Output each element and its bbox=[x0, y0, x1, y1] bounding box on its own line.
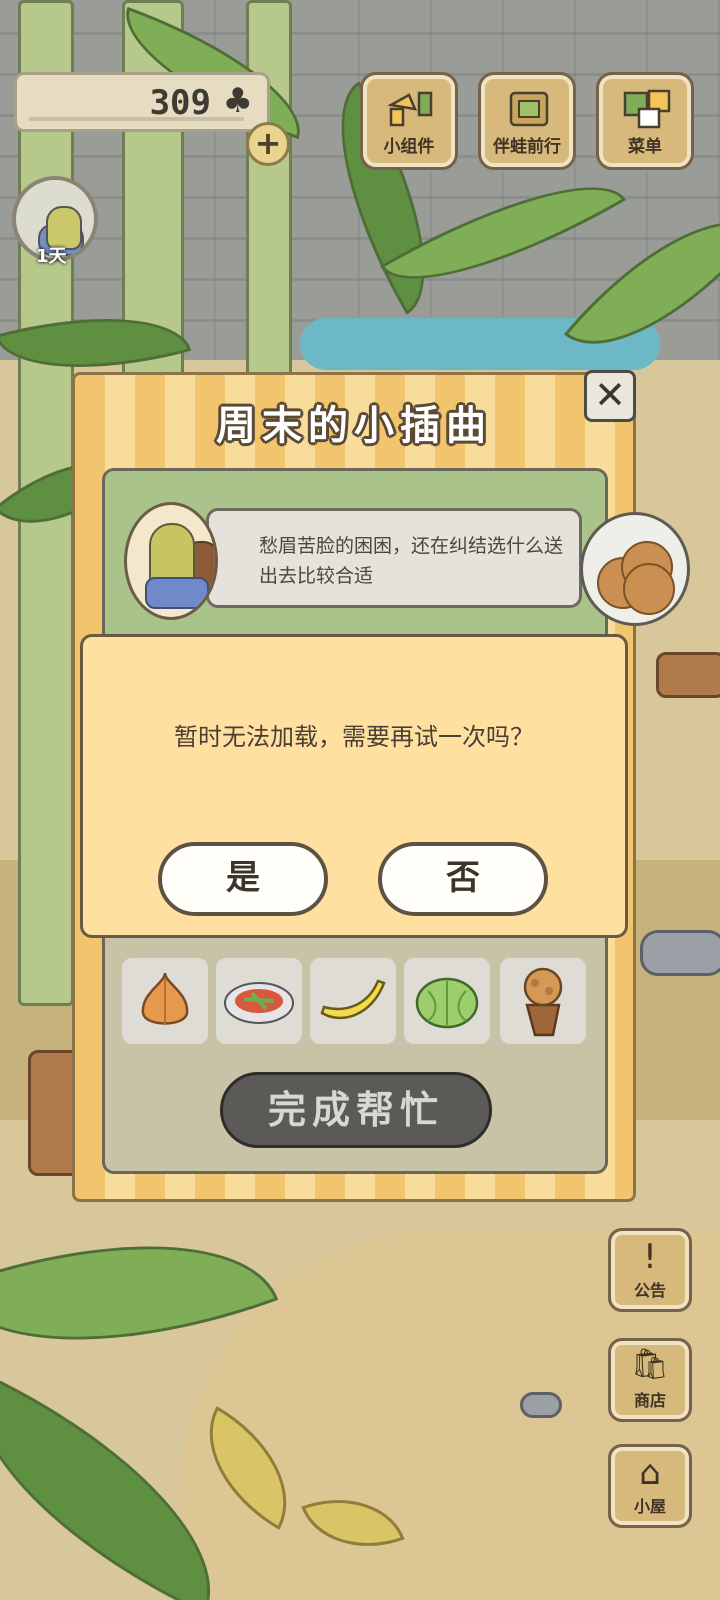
onion-icon bbox=[141, 972, 189, 1025]
speech-box: 愁眉苦脸的困困，还在纠结选什么送出去比较合适 bbox=[206, 508, 582, 608]
menu-button[interactable]: 菜单 bbox=[596, 72, 694, 170]
scarf bbox=[145, 577, 209, 609]
widget-icon bbox=[387, 91, 433, 127]
item-slot[interactable] bbox=[122, 958, 208, 1044]
no-button[interactable]: 否 bbox=[378, 842, 548, 916]
close-button[interactable]: ✕ bbox=[584, 370, 636, 422]
notice-label: 公告 bbox=[633, 1281, 666, 1300]
log bbox=[656, 652, 720, 698]
clover-icon: ♣ bbox=[222, 81, 253, 121]
panel-title: 周末的小插曲 bbox=[216, 403, 492, 449]
widget-button[interactable]: 小组件 bbox=[360, 72, 458, 170]
cabbage-icon bbox=[415, 977, 479, 1029]
shop-button[interactable]: 🛍 商店 bbox=[608, 1338, 692, 1422]
dialog-message: 暂时无法加载，需要再试一次吗？ bbox=[174, 723, 534, 751]
menu-label: 菜单 bbox=[628, 137, 662, 157]
rock bbox=[520, 1392, 562, 1418]
frog-journey-label: 伴蛙前行 bbox=[493, 137, 561, 157]
item-slot[interactable] bbox=[216, 958, 302, 1044]
character-portrait bbox=[124, 502, 218, 620]
yes-button[interactable]: 是 bbox=[158, 842, 328, 916]
notice-button[interactable]: ! 公告 bbox=[608, 1228, 692, 1312]
notice-icon: ! bbox=[643, 1237, 657, 1277]
bread-cone-icon bbox=[523, 967, 563, 1037]
house-label: 小屋 bbox=[633, 1497, 666, 1516]
house-icon: ⌂ bbox=[639, 1453, 661, 1493]
shop-icon: 🛍 bbox=[630, 1347, 670, 1382]
menu-icon bbox=[623, 89, 671, 129]
item-slot[interactable] bbox=[404, 958, 490, 1044]
speech-text: 愁眉苦脸的困困，还在纠结选什么送出去比较合适 bbox=[259, 535, 564, 587]
shop-label: 商店 bbox=[633, 1391, 666, 1410]
banana-icon bbox=[320, 979, 386, 1020]
day-label: 1天 bbox=[36, 246, 67, 267]
add-clover-button[interactable]: + bbox=[246, 122, 290, 166]
finish-help-button[interactable]: 完成帮忙 bbox=[220, 1072, 492, 1148]
clover-bar bbox=[29, 117, 244, 121]
cookie-icon bbox=[623, 563, 675, 615]
item-slot[interactable] bbox=[500, 958, 586, 1044]
widget-label: 小组件 bbox=[383, 137, 435, 157]
frog-journey-button[interactable]: 伴蛙前行 bbox=[478, 72, 576, 170]
bamboo-stalk bbox=[246, 0, 292, 386]
house-button[interactable]: ⌂ 小屋 bbox=[608, 1444, 692, 1528]
rock bbox=[640, 930, 720, 976]
frog-journey-icon bbox=[509, 91, 549, 127]
thought-bubble bbox=[580, 512, 690, 626]
clover-counter: 309 ♣ bbox=[14, 72, 270, 132]
item-slot[interactable] bbox=[310, 958, 396, 1044]
salad-icon bbox=[224, 982, 294, 1024]
